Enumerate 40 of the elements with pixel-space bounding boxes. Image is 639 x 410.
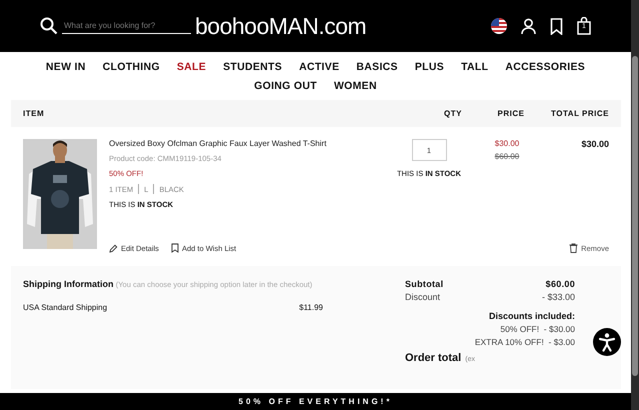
nav-link[interactable]: WOMEN	[334, 80, 377, 92]
nav-link[interactable]: ACTIVE	[299, 61, 340, 73]
nav-link[interactable]: TALL	[461, 61, 488, 73]
nav-link[interactable]: BASICS	[356, 61, 398, 73]
total-price: $30.00	[581, 139, 609, 149]
nav-link[interactable]: PLUS	[414, 61, 444, 73]
discount-line: 50% OFF! - $30.00	[499, 324, 575, 334]
column-header: PRICE	[496, 109, 526, 118]
column-header: TOTAL PRICE	[550, 109, 610, 118]
column-header: QTY	[443, 109, 463, 118]
search-icon[interactable]	[40, 17, 58, 35]
summary-value: - $33.00	[542, 292, 575, 302]
sale-price: $30.00	[494, 139, 520, 148]
shipping-option: USA Standard Shipping	[23, 303, 108, 312]
nav-link[interactable]: CLOTHING	[102, 61, 160, 73]
promo-banner[interactable]: 50% OFF EVERYTHING!*	[0, 393, 631, 410]
search-field[interactable]: What are you looking for?	[62, 18, 191, 34]
order-total-label: Order total	[405, 352, 462, 364]
original-price: $60.00	[494, 152, 520, 161]
accessibility-icon[interactable]	[593, 328, 621, 356]
nav-link[interactable]: STUDENTS	[223, 61, 282, 73]
product-name[interactable]: Oversized Boxy Ofclman Graphic Faux Layer Washed T-Shirt	[109, 139, 326, 148]
logo[interactable]: boohooMAN.com	[195, 12, 366, 40]
pencil-icon[interactable]	[109, 244, 118, 252]
nav-link[interactable]: GOING OUT	[254, 80, 317, 92]
bookmark-icon[interactable]	[170, 243, 179, 253]
flag-icon[interactable]	[491, 18, 507, 34]
nav-link[interactable]: ACCESSORIES	[505, 61, 586, 73]
summary-label: Discount	[405, 292, 440, 302]
nav-link[interactable]: NEW IN	[46, 61, 86, 73]
nav-link[interactable]: SALE	[176, 61, 206, 73]
column-header: ITEM	[22, 109, 46, 118]
scrollbar[interactable]	[631, 0, 639, 410]
summary-label: Subtotal	[405, 279, 444, 289]
shipping-cost: $11.99	[299, 303, 323, 312]
trash-icon[interactable]	[569, 243, 578, 253]
account-icon[interactable]	[521, 18, 536, 34]
summary-value: $60.00	[546, 279, 575, 289]
discount-line: EXTRA 10% OFF! - $3.00	[474, 337, 575, 347]
discounts-title: Discounts included:	[488, 311, 575, 321]
